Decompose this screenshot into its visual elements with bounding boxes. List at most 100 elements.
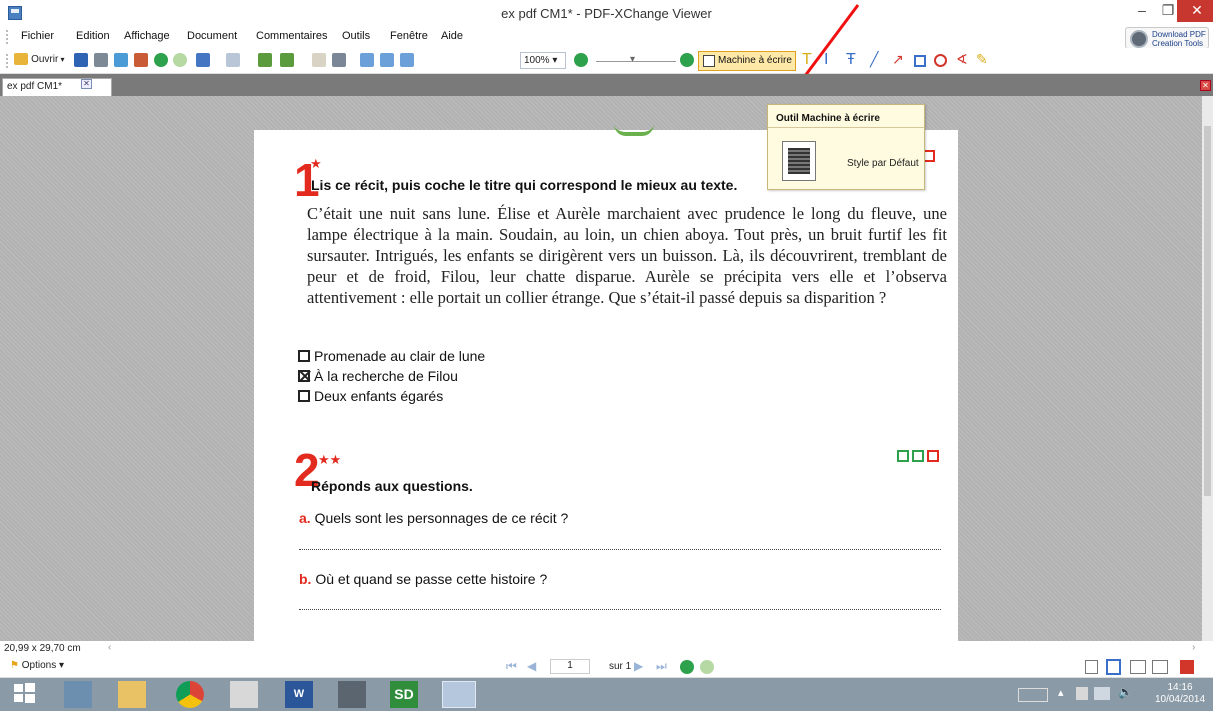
show-hidden-icons[interactable]: ▴ [1058, 686, 1064, 699]
keyboard-icon[interactable] [1018, 688, 1048, 702]
last-page-icon[interactable]: ⏭ [656, 659, 667, 674]
line-icon[interactable]: ╱ [870, 51, 878, 67]
oval-icon[interactable] [934, 54, 947, 67]
tooltip-style-label: Style par Défaut [847, 158, 919, 169]
action-center-icon[interactable] [1076, 687, 1088, 700]
pdf-page[interactable]: 1 ★ Lis ce récit, puis coche le titre qu… [254, 130, 958, 641]
checkbox-empty[interactable] [298, 350, 310, 362]
hand-tool-icon[interactable] [312, 53, 326, 67]
single-page-view-icon[interactable] [1085, 660, 1098, 674]
vertical-scrollbar[interactable] [1202, 96, 1213, 641]
option-1-label: Promenade au clair de lune [314, 348, 486, 364]
zoom-select[interactable]: 100% ▾ [520, 52, 566, 69]
tab-ex-pdf-cm1[interactable]: ex pdf CM1* ✕ [2, 78, 112, 96]
word-icon[interactable]: W [285, 681, 313, 708]
pdf-xchange-task-icon[interactable] [442, 681, 476, 708]
notes-icon[interactable] [338, 681, 366, 708]
nav-back-icon[interactable] [680, 660, 694, 674]
menu-edition[interactable]: Edition [76, 30, 110, 42]
menu-aide[interactable]: Aide [441, 30, 463, 42]
download-pdf-tools-button[interactable]: Download PDF Creation Tools [1125, 27, 1209, 49]
title-bar: ex pdf CM1* - PDF-XChange Viewer – ❐ ✕ [0, 0, 1213, 26]
sd-app-icon[interactable]: SD [390, 681, 418, 708]
forward-icon[interactable] [173, 53, 187, 67]
option-3-label: Deux enfants égarés [314, 388, 444, 404]
file-explorer-icon[interactable] [118, 681, 146, 708]
calculator-icon[interactable] [64, 681, 92, 708]
zoom-out-icon[interactable] [574, 53, 588, 67]
option-2-label: À la recherche de Filou [314, 368, 458, 384]
question-b-text: Où et quand se passe cette histoire ? [315, 571, 548, 587]
volume-icon[interactable]: 🔈 [1118, 685, 1133, 699]
chrome-icon[interactable] [176, 681, 204, 708]
actual-size-icon[interactable] [360, 53, 374, 67]
tab-close-icon[interactable]: ✕ [81, 79, 92, 89]
option-2[interactable]: À la recherche de Filou [298, 368, 458, 384]
zoom-slider-thumb[interactable]: ▾ [630, 54, 635, 65]
menu-outils[interactable]: Outils [342, 30, 370, 42]
score-box [912, 450, 924, 462]
zoom-in-icon[interactable] [680, 53, 694, 67]
next-page-icon[interactable]: ▶ [634, 659, 643, 673]
menu-document[interactable]: Document [187, 30, 237, 42]
option-3[interactable]: Deux enfants égarés [298, 388, 443, 404]
first-page-icon[interactable]: ⏮ [506, 659, 517, 674]
select-tool-icon[interactable] [332, 53, 346, 67]
nav-forward-icon[interactable] [700, 660, 714, 674]
checkbox-checked[interactable] [298, 370, 310, 382]
arrow-icon[interactable]: ↗ [892, 51, 904, 67]
network-icon[interactable] [1094, 687, 1110, 700]
continuous-view-icon[interactable] [1106, 659, 1121, 675]
redo-icon[interactable] [226, 53, 240, 67]
document-tab-bar: ex pdf CM1* ✕ [0, 74, 1213, 96]
save-icon[interactable] [74, 53, 88, 67]
folder-icon [14, 53, 28, 66]
open-button[interactable]: Ouvrir ▾ [14, 53, 66, 69]
start-icon[interactable] [12, 681, 40, 708]
scroll-left-icon[interactable]: ‹ [108, 642, 111, 653]
page-number-input[interactable]: 1 [550, 659, 590, 674]
menu-fenetre[interactable]: Fenêtre [390, 30, 428, 42]
toolbar: Ouvrir ▾ 100% ▾ ▾ Machine à écrire T I Ŧ… [0, 48, 1213, 74]
continuous-facing-view-icon[interactable] [1152, 660, 1168, 674]
menu-commentaires[interactable]: Commentaires [256, 30, 328, 42]
close-document-icon[interactable]: ✕ [1200, 80, 1211, 91]
exercise-2-stars: ★★ [318, 452, 342, 467]
scrollbar-thumb[interactable] [1204, 126, 1211, 496]
undo-icon[interactable] [196, 53, 210, 67]
answer-line-a [299, 549, 941, 550]
clock[interactable]: 14:16 10/04/2014 [1150, 682, 1210, 706]
previous-page-icon[interactable]: ◀ [527, 659, 536, 673]
menu-affichage[interactable]: Affichage [124, 30, 170, 42]
menu-fichier[interactable]: Fichier [21, 30, 54, 42]
status-bar: 20,99 x 29,70 cm ‹ › [0, 641, 1213, 656]
rectangle-icon[interactable] [914, 55, 926, 67]
scan-icon[interactable] [114, 53, 128, 67]
score-box [897, 450, 909, 462]
fit-width-icon[interactable] [400, 53, 414, 67]
polygon-icon[interactable]: ∢ [956, 51, 968, 67]
snipping-tool-icon[interactable] [230, 681, 258, 708]
scroll-right-icon[interactable]: › [1192, 642, 1195, 653]
checkbox-empty[interactable] [298, 390, 310, 402]
typewriter-tooltip: Outil Machine à écrire Style par Défaut [767, 104, 925, 190]
typewriter-icon [703, 55, 715, 67]
close-button[interactable]: ✕ [1177, 0, 1213, 22]
pdf-tools-icon[interactable] [1180, 660, 1194, 674]
print-icon[interactable] [94, 53, 108, 67]
ocr-icon[interactable] [134, 53, 148, 67]
document-viewer[interactable]: 1 ★ Lis ce récit, puis coche le titre qu… [0, 96, 1202, 641]
facing-view-icon[interactable] [1130, 660, 1146, 674]
option-1[interactable]: Promenade au clair de lune [298, 348, 485, 364]
options-button[interactable]: ⚑ Options ▾ [10, 660, 64, 671]
windows-taskbar: W SD ▴ 🔈 14:16 10/04/2014 [0, 678, 1213, 711]
rotate-right-icon[interactable] [280, 53, 294, 67]
flag-icon: ⚑ [10, 660, 19, 671]
question-b-letter: b. [299, 571, 312, 587]
fit-page-icon[interactable] [380, 53, 394, 67]
back-icon[interactable] [154, 53, 168, 67]
zoom-slider[interactable] [596, 61, 676, 62]
rotate-left-icon[interactable] [258, 53, 272, 67]
pencil-icon[interactable]: ✎ [976, 51, 988, 67]
exercise-2-title: Réponds aux questions. [311, 478, 473, 494]
